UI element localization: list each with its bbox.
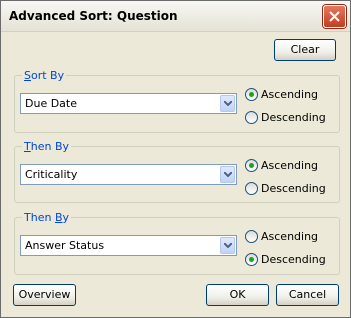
radio-label: Ascending xyxy=(261,159,319,172)
title-bar[interactable]: Advanced Sort: Question xyxy=(1,1,350,32)
overview-button[interactable]: Overview xyxy=(13,284,76,306)
close-button[interactable] xyxy=(323,5,346,28)
then-by-group-2: Then By Answer Status Ascending Descendi… xyxy=(14,211,340,275)
radio-label: Descending xyxy=(261,253,326,266)
then-by-select-1[interactable]: Criticality xyxy=(20,164,237,185)
then-by-label-2: Then By xyxy=(22,211,71,224)
sort-by-group: Sort By Due Date Ascending Descending xyxy=(14,69,340,133)
radio-label: Descending xyxy=(261,111,326,124)
then-by-label-1: Then By xyxy=(22,140,71,153)
radio-circle[interactable] xyxy=(245,159,258,172)
then-by-select-2[interactable]: Answer Status xyxy=(20,235,237,256)
radio-label: Ascending xyxy=(261,230,319,243)
then-by-value-2: Answer Status xyxy=(25,239,105,252)
chevron-down-icon[interactable] xyxy=(220,95,235,112)
radio-circle[interactable] xyxy=(245,230,258,243)
radio-circle[interactable] xyxy=(245,111,258,124)
ok-button[interactable]: OK xyxy=(206,284,269,306)
cancel-button[interactable]: Cancel xyxy=(276,284,339,306)
radio-label: Ascending xyxy=(261,88,319,101)
advanced-sort-dialog: Advanced Sort: Question Clear Sort By Du… xyxy=(0,0,351,318)
chevron-down-icon[interactable] xyxy=(220,237,235,254)
radio-circle[interactable] xyxy=(245,253,258,266)
radio-circle[interactable] xyxy=(245,182,258,195)
then-by-group-1: Then By Criticality Ascending Descending xyxy=(14,140,340,203)
chevron-down-icon[interactable] xyxy=(220,166,235,183)
close-icon xyxy=(329,11,340,22)
sort-by-label: Sort By xyxy=(22,69,67,82)
then-by-value-1: Criticality xyxy=(25,168,78,181)
sort-by-value: Due Date xyxy=(25,97,77,110)
dialog-title: Advanced Sort: Question xyxy=(9,9,178,23)
sort-by-select[interactable]: Due Date xyxy=(20,93,237,114)
radio-circle[interactable] xyxy=(245,88,258,101)
clear-button[interactable]: Clear xyxy=(274,39,336,61)
radio-label: Descending xyxy=(261,182,326,195)
